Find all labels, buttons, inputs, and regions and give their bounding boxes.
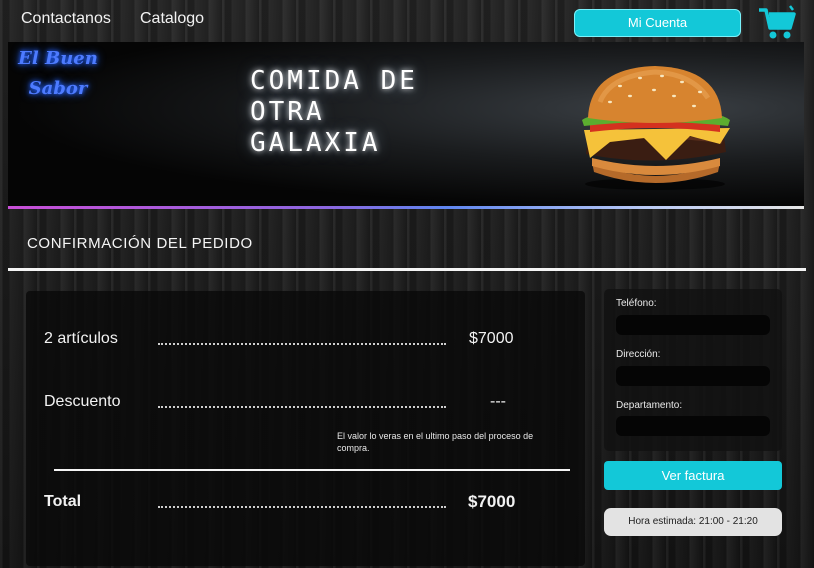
items-value: $7000 (469, 330, 514, 347)
page-title: CONFIRMACIÓN DEL PEDIDO (27, 235, 253, 252)
banner-divider (8, 206, 804, 209)
phone-field[interactable] (616, 315, 770, 335)
discount-value: --- (490, 393, 506, 410)
discount-note: El valor lo veras en el ultimo paso del … (337, 431, 534, 453)
nav-link-contact[interactable]: Contactanos (21, 10, 111, 28)
items-label: 2 artículos (44, 330, 118, 347)
phone-label: Teléfono: (616, 298, 657, 309)
address-field[interactable] (616, 366, 770, 386)
hero-line-3: galaxia (250, 128, 381, 158)
hero-title: Comida de otra galaxia (250, 66, 510, 159)
brand-logo[interactable]: El Buen Sabor (8, 44, 108, 124)
discount-dots (158, 406, 446, 408)
summary-divider (54, 469, 570, 471)
shopping-cart-icon[interactable] (757, 4, 797, 42)
logo-line-2: Sabor (28, 78, 88, 99)
address-label: Dirección: (616, 349, 661, 360)
total-label: Total (44, 493, 82, 510)
total-dots (158, 506, 446, 508)
view-invoice-button[interactable]: Ver factura (604, 461, 782, 490)
hero-line-1: Comida de (250, 66, 418, 96)
order-summary-panel: 2 artículos $7000 Descuento --- El valor… (26, 291, 585, 566)
section-divider (8, 268, 806, 271)
total-value: $7000 (468, 492, 516, 511)
hero-banner: El Buen Sabor Comida de otra galaxia (8, 42, 804, 208)
logo-line-1: El Buen (18, 48, 98, 69)
nav-link-catalog[interactable]: Catalogo (140, 10, 204, 28)
burger-image (582, 66, 730, 190)
department-field[interactable] (616, 416, 770, 436)
account-button[interactable]: Mi Cuenta (574, 9, 741, 37)
hero-line-2: otra (250, 97, 325, 127)
estimated-time-badge: Hora estimada: 21:00 - 21:20 (604, 508, 782, 536)
discount-label: Descuento (44, 393, 121, 410)
contact-details-panel: Teléfono: Dirección: Departamento: (604, 289, 782, 451)
items-dots (158, 343, 446, 345)
department-label: Departamento: (616, 400, 683, 411)
top-nav: Contactanos Catalogo Mi Cuenta (0, 0, 814, 40)
